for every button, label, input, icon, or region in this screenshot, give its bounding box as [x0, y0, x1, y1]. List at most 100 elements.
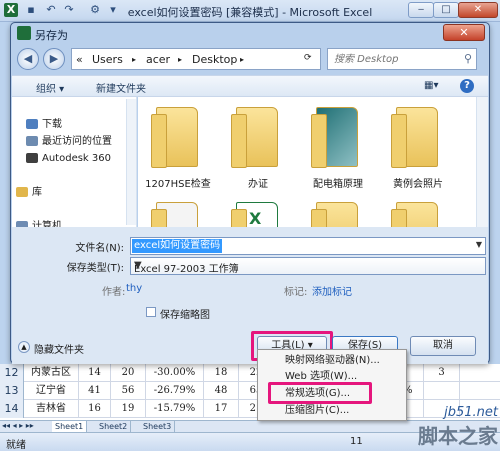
new-folder-button[interactable]: 新建文件夹	[96, 80, 146, 95]
file-list[interactable]: 1207HSE检查 办证 配电箱原理 黄例会照片 X	[138, 97, 488, 227]
zoom-level[interactable]: 11	[350, 436, 363, 447]
file-item[interactable]: X	[218, 192, 298, 227]
filetype-label: 保存类型(T):	[66, 263, 124, 274]
filename-label: 文件名(N):	[75, 243, 124, 254]
table-cell[interactable]: 内蒙古区	[24, 364, 79, 382]
table-cell[interactable]: 3	[424, 364, 460, 382]
excel-maximize-button[interactable]: □	[433, 2, 459, 18]
address-row: ◀ ▶ « Users ▸ acer ▸ Desktop ▸ ⟳ ⚲	[11, 45, 489, 75]
row-header[interactable]: 14	[0, 400, 24, 418]
folder-icon	[391, 107, 438, 168]
tags-label: 标记:	[284, 287, 308, 298]
menu-item-map-drive[interactable]: 映射网络驱动器(N)...	[261, 353, 403, 369]
dialog-toolbar: 组织 ▾ 新建文件夹 ▦▾ ?	[12, 75, 488, 97]
table-cell[interactable]: 辽宁省	[24, 382, 79, 400]
search-icon[interactable]: ⚲	[464, 52, 472, 65]
nav-item-library[interactable]: 库	[16, 185, 42, 201]
tags-value[interactable]: 添加标记	[312, 283, 352, 298]
sheet-tab-3[interactable]: Sheet3	[140, 421, 176, 432]
author-label: 作者:	[102, 287, 126, 298]
help-icon[interactable]: ?	[460, 79, 474, 93]
table-cell[interactable]: 48	[204, 382, 239, 400]
folder-icon	[151, 202, 198, 227]
folder-icon	[391, 202, 438, 227]
row-header[interactable]: 13	[0, 382, 24, 400]
file-list-scrollbar[interactable]	[476, 97, 488, 227]
file-item[interactable]	[138, 192, 218, 227]
excel-minimize-button[interactable]: ‒	[408, 2, 434, 18]
sheet-tab-1[interactable]: Sheet1	[52, 421, 88, 432]
thumbnail-label: 保存缩略图	[160, 310, 210, 321]
filename-value[interactable]: excel如何设置密码	[132, 239, 223, 253]
breadcrumb-acer[interactable]: acer	[146, 53, 170, 66]
search-box[interactable]: ⚲	[327, 48, 477, 70]
breadcrumb-desktop[interactable]: Desktop	[192, 53, 237, 66]
breadcrumb-separator-icon[interactable]: ▸	[132, 55, 136, 64]
sheet-tab-2[interactable]: Sheet2	[96, 421, 132, 432]
hide-folders-button[interactable]: 隐藏文件夹	[34, 341, 84, 356]
sheet-nav-icon[interactable]: ◂◂ ◂ ▸ ▸▸	[2, 421, 34, 430]
table-cell[interactable]: 14	[79, 364, 111, 382]
nav-item-autodesk[interactable]: Autodesk 360	[26, 151, 111, 167]
nav-item-recent[interactable]: 最近访问的位置	[26, 134, 112, 150]
table-row: 13辽宁省4156-26.79%486300.00%	[0, 382, 500, 400]
forward-icon[interactable]: ▶	[43, 48, 65, 70]
filetype-select[interactable]: Excel 97-2003 工作簿 ▼	[130, 257, 486, 275]
breadcrumb-separator-icon[interactable]: ▸	[178, 55, 182, 64]
folder-icon	[311, 202, 358, 227]
excel-file-icon: X	[231, 202, 278, 227]
table-cell[interactable]: -30.00%	[146, 364, 204, 382]
refresh-icon[interactable]: ⟳	[304, 53, 312, 63]
excel-close-button[interactable]: ✕	[458, 2, 498, 18]
table-cell[interactable]: 19	[111, 400, 146, 418]
filetype-dropdown-icon[interactable]: ▼	[134, 260, 482, 271]
navigation-scrollbar[interactable]	[126, 99, 136, 225]
folder-icon	[311, 107, 358, 168]
cancel-button[interactable]: 取消	[410, 336, 476, 356]
folder-icon	[231, 107, 278, 168]
author-value[interactable]: thy	[126, 283, 142, 294]
library-icon	[16, 187, 28, 197]
table-cell[interactable]: -15.79%	[146, 400, 204, 418]
table-cell[interactable]: 20	[111, 364, 146, 382]
collapse-icon[interactable]: ▲	[18, 341, 30, 353]
watermark-name: 脚本之家	[418, 424, 498, 448]
file-item[interactable]	[378, 192, 458, 227]
menu-item-compress-pictures[interactable]: 压缩图片(C)...	[261, 403, 403, 419]
autodesk-icon	[26, 153, 38, 163]
table-cell[interactable]: 41	[79, 382, 111, 400]
dialog-title: 另存为	[35, 29, 68, 42]
table-cell[interactable]	[424, 382, 460, 400]
dialog-close-button[interactable]: ✕	[443, 24, 485, 41]
table-row: 12内蒙古区1420-30.00%182203	[0, 364, 500, 382]
table-cell[interactable]: 18	[204, 364, 239, 382]
nav-item-downloads[interactable]: 下载	[26, 117, 62, 133]
navigation-pane: 下载 最近访问的位置 Autodesk 360 库 计算机	[12, 97, 137, 232]
watermark-site: jb51.net	[444, 405, 498, 420]
table-cell[interactable]: 56	[111, 382, 146, 400]
filename-dropdown-icon[interactable]: ▼	[476, 240, 482, 249]
back-icon[interactable]: ◀	[17, 48, 39, 70]
file-item[interactable]	[298, 192, 378, 227]
thumbnail-checkbox[interactable]	[146, 307, 156, 317]
view-options-icon[interactable]: ▦▾	[424, 80, 438, 91]
table-cell[interactable]: -26.79%	[146, 382, 204, 400]
folder-icon	[151, 107, 198, 168]
address-bar[interactable]: « Users ▸ acer ▸ Desktop ▸ ⟳	[71, 48, 321, 70]
row-header[interactable]: 12	[0, 364, 24, 382]
filename-input[interactable]: excel如何设置密码 ▼	[130, 237, 486, 255]
status-text: 就绪	[6, 440, 26, 451]
table-cell[interactable]: 17	[204, 400, 239, 418]
table-cell[interactable]: 16	[79, 400, 111, 418]
breadcrumb-users[interactable]: Users	[92, 53, 123, 66]
address-back-chevron[interactable]: «	[76, 53, 83, 66]
save-as-dialog: 另存为 ✕ ◀ ▶ « Users ▸ acer ▸ Desktop ▸ ⟳ ⚲…	[10, 22, 490, 364]
general-options-highlight	[268, 382, 372, 404]
breadcrumb-separator-icon[interactable]: ▸	[240, 55, 244, 64]
excel-title-bar: X ▪ ↶ ↷ ⚙ ▾ excel如何设置密码 [兼容模式] - Microso…	[0, 0, 500, 22]
table-cell[interactable]: 吉林省	[24, 400, 79, 418]
dialog-title-bar: 另存为 ✕	[11, 23, 489, 43]
organize-button[interactable]: 组织 ▾	[36, 80, 64, 95]
search-input[interactable]	[334, 52, 454, 66]
watermark: jb51.net 脚本之家	[418, 405, 498, 449]
